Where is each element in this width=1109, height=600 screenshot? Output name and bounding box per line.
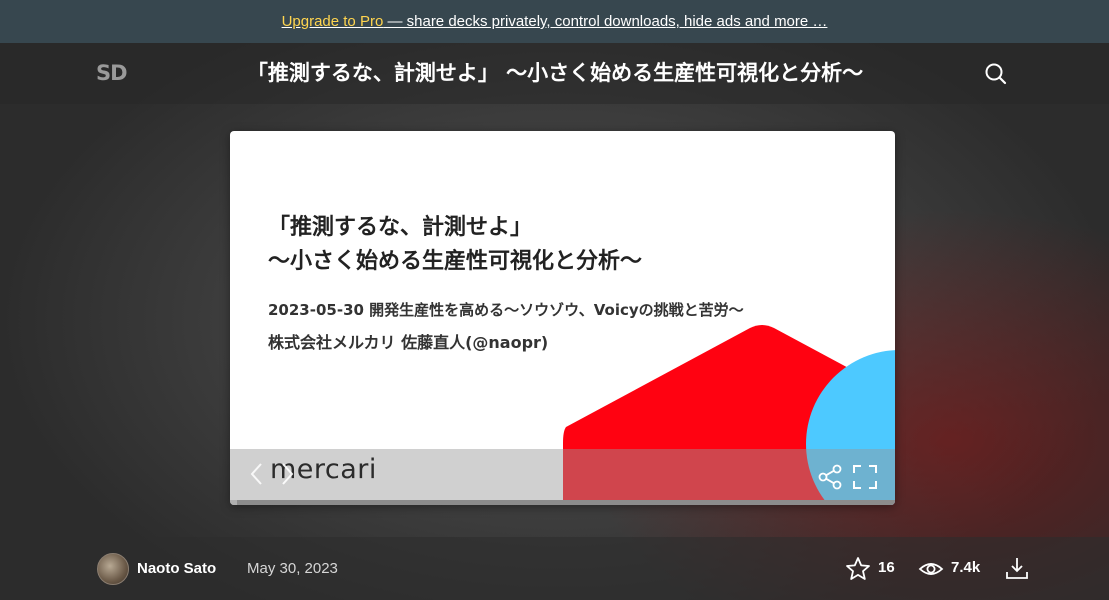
deck-title: 「推測するな、計測せよ」 〜小さく始める生産性可視化と分析〜 [246, 61, 864, 85]
promo-banner: Upgrade to Pro — share decks privately, … [0, 0, 1109, 43]
header-bar: SD 「推測するな、計測せよ」 〜小さく始める生産性可視化と分析〜 [0, 43, 1109, 104]
download-icon[interactable] [1004, 555, 1030, 581]
search-icon[interactable] [983, 61, 1009, 87]
author-name[interactable]: Naoto Sato [137, 560, 216, 577]
star-count: 16 [878, 559, 895, 576]
upgrade-pro-text: Upgrade to Pro [281, 13, 384, 30]
slide-heading-line-2: 〜小さく始める生産性可視化と分析〜 [268, 249, 643, 274]
slide-subtitle-line-2: 株式会社メルカリ 佐藤直人(@naopr) [268, 333, 549, 352]
publish-date: May 30, 2023 [247, 560, 338, 577]
fullscreen-icon[interactable] [851, 463, 879, 491]
slide-progress-bar[interactable] [230, 500, 895, 505]
slide-heading-line-1: 「推測するな、計測せよ」 [268, 215, 533, 240]
avatar[interactable] [97, 553, 129, 585]
slide-viewer[interactable]: 「推測するな、計測せよ」 〜小さく始める生産性可視化と分析〜 2023-05-3… [230, 131, 895, 505]
view-count: 7.4k [951, 559, 981, 576]
star-icon[interactable] [845, 556, 871, 582]
speakerdeck-logo[interactable]: SD [96, 61, 130, 85]
eye-icon [918, 558, 944, 580]
slide-subtitle-line-1: 2023-05-30 開発生産性を高める〜ソウゾウ、Voicyの挑戦と苦労〜 [268, 301, 744, 319]
share-icon[interactable] [817, 463, 845, 491]
upgrade-rest-text: — share decks privately, control downloa… [383, 13, 828, 30]
deck-info-bar: Naoto Sato May 30, 2023 16 7.4k [0, 537, 1109, 600]
chevron-right-icon[interactable] [276, 461, 298, 487]
chevron-left-icon[interactable] [246, 461, 268, 487]
upgrade-link[interactable]: Upgrade to Pro — share decks privately, … [282, 13, 828, 30]
slide-progress-fill [230, 500, 237, 505]
